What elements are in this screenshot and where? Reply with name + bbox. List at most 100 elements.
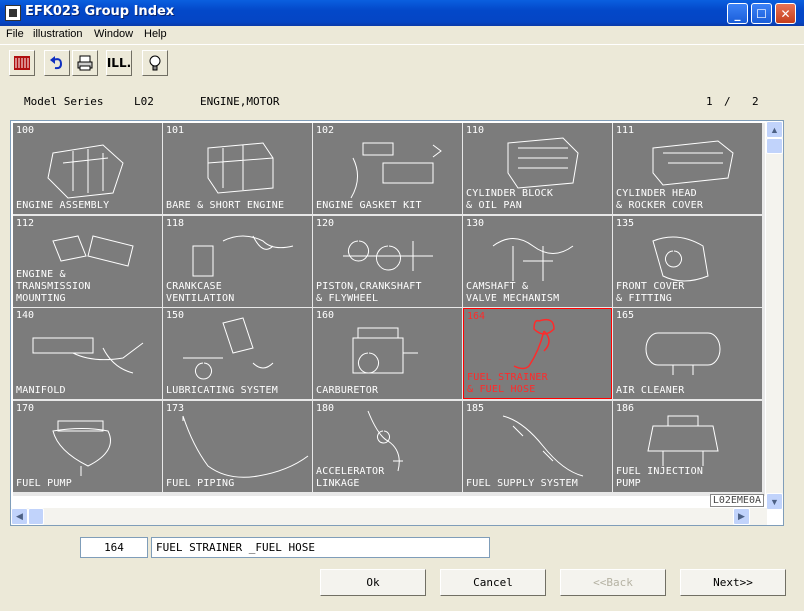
group-name: CYLINDER BLOCK & OIL PAN: [466, 188, 554, 211]
group-cell-130[interactable]: 130 CAMSHAFT & VALVE MECHANISM: [463, 215, 612, 307]
group-name: CYLINDER HEAD & ROCKER COVER: [616, 188, 704, 211]
window-title: EFK023 Group Index: [25, 4, 175, 19]
group-grid: 100 ENGINE ASSEMBLY 101 BARE & SHORT ENGINE…: [13, 123, 765, 496]
group-name: ENGINE ASSEMBLY: [16, 200, 110, 211]
minimize-button[interactable]: _: [727, 3, 748, 24]
scroll-right-button[interactable]: ▶: [733, 508, 750, 525]
back-button[interactable]: <<Back: [560, 569, 666, 596]
group-code: 130: [466, 217, 485, 229]
group-name: FUEL STRAINER & FUEL HOSE: [467, 372, 548, 395]
group-cell-165[interactable]: 165 AIR CLEANER: [613, 308, 762, 399]
group-cell-173[interactable]: 173 FUEL PIPING: [163, 400, 312, 492]
group-code: 165: [616, 310, 635, 321]
group-cell-112[interactable]: 112 ENGINE & TRANSMISSION MOUNTING: [13, 215, 162, 307]
group-name: FUEL PUMP: [16, 477, 72, 489]
group-name: ACCELERATOR LINKAGE: [316, 465, 385, 489]
group-code: 185: [466, 402, 485, 414]
group-code: 140: [16, 310, 35, 321]
model-series-value: L02: [134, 95, 154, 108]
menu-window[interactable]: Window: [94, 28, 133, 40]
next-button[interactable]: Next>>: [680, 569, 786, 596]
group-cell-101[interactable]: 101 BARE & SHORT ENGINE: [163, 123, 312, 214]
group-name: FUEL INJECTION PUMP: [616, 465, 704, 489]
group-name: FUEL PIPING: [166, 477, 235, 489]
group-name: CARBURETOR: [316, 385, 379, 396]
page-total: 2: [752, 95, 759, 108]
page-current: 1: [706, 95, 713, 108]
horizontal-scroll-thumb[interactable]: [28, 508, 44, 525]
ok-button[interactable]: Ok: [320, 569, 426, 596]
group-cell-135[interactable]: 135 FRONT COVER & FITTING: [613, 215, 762, 307]
group-name: PISTON,CRANKSHAFT & FLYWHEEL: [316, 280, 422, 304]
group-cell-140[interactable]: 140 MANIFOLD: [13, 308, 162, 399]
scroll-down-button[interactable]: ▼: [766, 493, 783, 510]
scroll-left-button[interactable]: ◀: [11, 508, 28, 525]
undo-icon[interactable]: [44, 50, 70, 76]
group-code: 180: [316, 402, 335, 414]
menu-help[interactable]: Help: [144, 28, 167, 40]
group-code: 118: [166, 217, 185, 229]
group-cell-150[interactable]: 150 LUBRICATING SYSTEM: [163, 308, 312, 399]
group-cell-111[interactable]: 111 CYLINDER HEAD & ROCKER COVER: [613, 123, 762, 214]
group-name: FRONT COVER & FITTING: [616, 280, 685, 304]
group-title: ENGINE,MOTOR: [200, 95, 280, 108]
scroll-up-button[interactable]: ▲: [766, 121, 783, 138]
toolbar: ILL.: [0, 44, 804, 80]
selected-name-field[interactable]: FUEL STRAINER _FUEL HOSE: [151, 537, 490, 558]
group-cell-120[interactable]: 120 PISTON,CRANKSHAFT & FLYWHEEL: [313, 215, 462, 307]
group-cell-102[interactable]: 102 ENGINE GASKET KIT: [313, 123, 462, 214]
group-name: ENGINE GASKET KIT: [316, 200, 422, 211]
group-code: 186: [616, 402, 635, 414]
group-code: 120: [316, 217, 335, 229]
group-code: 135: [616, 217, 635, 229]
group-cell-180[interactable]: 180 ACCELERATOR LINKAGE: [313, 400, 462, 492]
group-code: 173: [166, 402, 185, 414]
cancel-button[interactable]: Cancel: [440, 569, 546, 596]
group-name: CRANKCASE VENTILATION: [166, 280, 235, 304]
group-name: AIR CLEANER: [616, 385, 685, 396]
close-button[interactable]: ✕: [775, 3, 796, 24]
menu-file[interactable]: File: [6, 28, 24, 40]
group-code: 100: [16, 125, 35, 136]
vertical-scroll-thumb[interactable]: [766, 138, 783, 154]
horizontal-scrollbar[interactable]: ◀ ▶: [11, 508, 767, 525]
group-name: CAMSHAFT & VALVE MECHANISM: [466, 280, 560, 304]
group-name: FUEL SUPPLY SYSTEM: [466, 477, 578, 489]
group-cell-164[interactable]: 164 FUEL STRAINER & FUEL HOSE: [463, 308, 612, 399]
group-code: 160: [316, 310, 335, 321]
group-name: MANIFOLD: [16, 385, 66, 396]
group-code: 110: [466, 125, 485, 136]
menu-bar: File illustration Window Help: [0, 26, 804, 44]
group-cell-100[interactable]: 100 ENGINE ASSEMBLY: [13, 123, 162, 214]
page-separator: /: [724, 95, 731, 108]
group-grid-panel: 100 ENGINE ASSEMBLY 101 BARE & SHORT ENGINE…: [10, 120, 784, 526]
group-name: ENGINE & TRANSMISSION MOUNTING: [16, 268, 91, 304]
illustration-code-label: L02EME0A: [709, 494, 764, 507]
group-code: 111: [616, 125, 635, 136]
group-cell-185[interactable]: 185 FUEL SUPPLY SYSTEM: [463, 400, 612, 492]
group-name: BARE & SHORT ENGINE: [166, 200, 285, 211]
help-bulb-icon[interactable]: [142, 50, 168, 76]
vertical-scrollbar[interactable]: ▲ ▼: [766, 121, 783, 510]
print-icon[interactable]: [72, 50, 98, 76]
parts-book-icon[interactable]: [9, 50, 35, 76]
menu-illustration[interactable]: illustration: [33, 28, 83, 40]
group-code: 102: [316, 125, 335, 136]
group-cell-160[interactable]: 160 CARBURETOR: [313, 308, 462, 399]
group-code: 150: [166, 310, 185, 321]
group-cell-186[interactable]: 186 FUEL INJECTION PUMP: [613, 400, 762, 492]
model-series-label: Model Series: [24, 95, 104, 108]
maximize-button[interactable]: ☐: [751, 3, 772, 24]
group-cell-110[interactable]: 110 CYLINDER BLOCK & OIL PAN: [463, 123, 612, 214]
selected-code-field[interactable]: 164: [80, 537, 148, 558]
illustration-icon[interactable]: ILL.: [106, 50, 132, 76]
app-icon[interactable]: [5, 5, 21, 21]
group-cell-118[interactable]: 118 CRANKCASE VENTILATION: [163, 215, 312, 307]
group-cell-170[interactable]: 170 FUEL PUMP: [13, 400, 162, 492]
group-code: 101: [166, 125, 185, 136]
title-bar: EFK023 Group Index _ ☐ ✕: [0, 0, 804, 26]
group-code: 170: [16, 402, 35, 414]
group-code: 164: [467, 311, 486, 322]
group-code: 112: [16, 217, 35, 229]
group-name: LUBRICATING SYSTEM: [166, 385, 278, 396]
